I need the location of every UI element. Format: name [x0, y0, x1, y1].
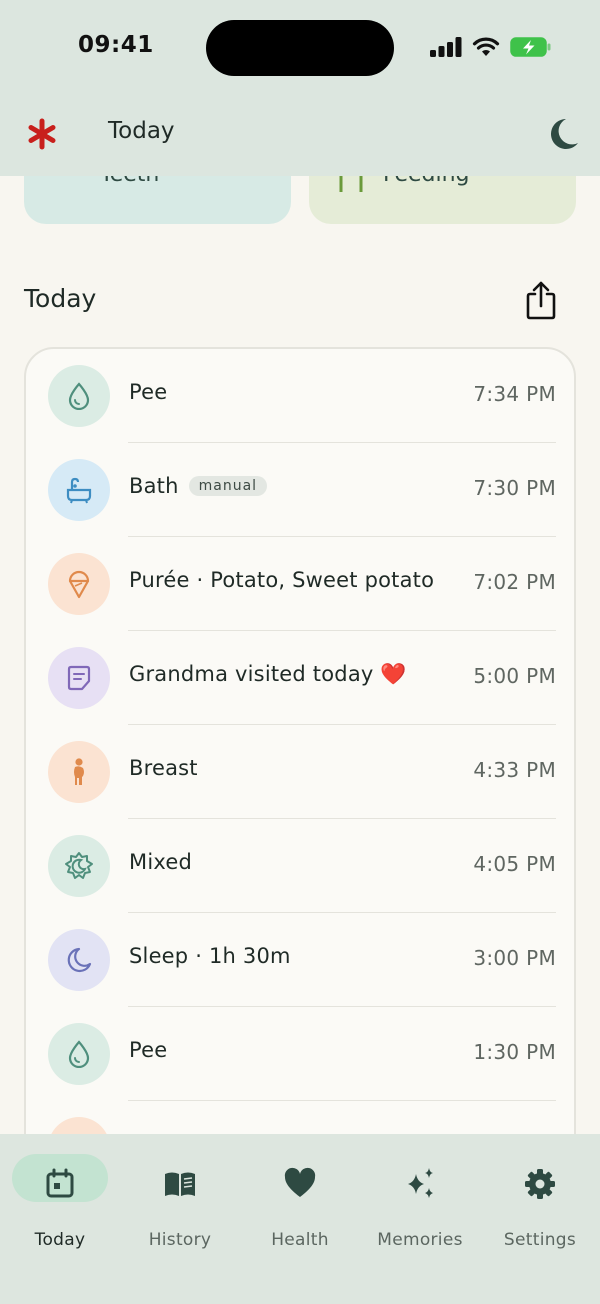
- event-icon-bg: [48, 835, 110, 897]
- calendar-icon: [46, 1168, 74, 1198]
- tab-label: Today: [34, 1230, 86, 1250]
- event-time: 3:00 PM: [473, 946, 556, 970]
- event-label-text: Breast: [129, 756, 198, 780]
- list-item[interactable]: Sleep · 1h 30m 3:00 PM: [26, 913, 574, 1007]
- droplet-icon: [68, 382, 90, 410]
- event-icon-bg: [48, 741, 110, 803]
- asterisk-icon[interactable]: [28, 118, 56, 150]
- list-item[interactable]: Mixed 4:05 PM: [26, 819, 574, 913]
- wifi-icon: [472, 37, 500, 56]
- list-item[interactable]: Purée · Potato, Sweet potato 7:02 PM: [26, 537, 574, 631]
- gear-icon: [525, 1169, 555, 1199]
- event-label-text: Bath: [129, 474, 179, 498]
- section-title: Today: [24, 284, 97, 313]
- event-time: 4:33 PM: [473, 758, 556, 782]
- event-time: 1:30 PM: [473, 1040, 556, 1064]
- page-title: Today: [108, 118, 175, 144]
- event-label-text: Purée · Potato, Sweet potato: [129, 568, 435, 592]
- event-label-text: Grandma visited today ❤️: [129, 662, 407, 686]
- event-label: Bath manual: [129, 474, 268, 498]
- event-label: Sleep · 1h 30m: [129, 944, 291, 968]
- event-label: Breast: [129, 756, 198, 780]
- share-icon[interactable]: [524, 280, 558, 320]
- event-time: 7:30 PM: [473, 476, 556, 500]
- tab-today[interactable]: Today: [0, 1154, 120, 1250]
- tab-history[interactable]: History: [120, 1154, 240, 1250]
- tab-label: Settings: [503, 1230, 577, 1250]
- tab-label: Health: [271, 1230, 329, 1250]
- event-icon-bg: [48, 553, 110, 615]
- event-label: Purée · Potato, Sweet potato: [129, 568, 434, 592]
- dynamic-island: [206, 20, 394, 76]
- list-item[interactable]: Pee 7:34 PM: [26, 349, 574, 443]
- event-icon-bg: [48, 459, 110, 521]
- tab-settings[interactable]: Settings: [480, 1154, 600, 1250]
- signal-icon: [430, 37, 462, 57]
- battery-icon: [510, 37, 551, 57]
- moon-icon: [67, 947, 92, 973]
- person-icon: [74, 758, 84, 785]
- event-label-text: Pee: [129, 1038, 168, 1062]
- events-list: Pee 7:34 PM Bath manual 7:30 PM Purée · …: [24, 347, 576, 1187]
- note-icon: [67, 665, 91, 691]
- event-label: Grandma visited today ❤️: [129, 662, 407, 687]
- list-item[interactable]: Breast 4:33 PM: [26, 725, 574, 819]
- status-icons: [430, 36, 552, 58]
- tab-bar: Today History Health Memories Settings: [0, 1134, 600, 1304]
- event-label: Mixed: [129, 850, 192, 874]
- tab-health[interactable]: Health: [240, 1154, 360, 1250]
- event-icon-bg: [48, 365, 110, 427]
- manual-badge: manual: [188, 476, 268, 496]
- event-time: 7:02 PM: [473, 570, 556, 594]
- list-item[interactable]: Grandma visited today ❤️ 5:00 PM: [26, 631, 574, 725]
- list-item[interactable]: Pee 1:30 PM: [26, 1007, 574, 1101]
- book-icon: [165, 1172, 195, 1196]
- moon-icon[interactable]: [546, 116, 580, 152]
- heart-icon: [284, 1167, 316, 1197]
- event-time: 4:05 PM: [473, 852, 556, 876]
- top-bar: 09:41 Today: [0, 0, 600, 176]
- tab-memories[interactable]: Memories: [360, 1154, 480, 1250]
- event-label-text: Mixed: [129, 850, 192, 874]
- tab-label: History: [148, 1230, 212, 1250]
- event-label: Pee: [129, 380, 167, 404]
- tab-label: Memories: [377, 1230, 463, 1250]
- sparkles-icon: [408, 1168, 433, 1198]
- list-item[interactable]: Bath manual 7:30 PM: [26, 443, 574, 537]
- event-label: Pee: [129, 1038, 167, 1062]
- sun-moon-icon: [65, 852, 93, 879]
- event-label-text: Pee: [129, 380, 168, 404]
- droplet-icon: [68, 1040, 90, 1068]
- event-icon-bg: [48, 1023, 110, 1085]
- event-time: 7:34 PM: [473, 382, 556, 406]
- ice-cream-icon: [68, 570, 90, 599]
- event-label-text: Sleep · 1h 30m: [129, 944, 291, 968]
- status-time: 09:41: [78, 32, 154, 58]
- event-icon-bg: [48, 929, 110, 991]
- event-icon-bg: [48, 647, 110, 709]
- bathtub-icon: [66, 477, 92, 504]
- event-time: 5:00 PM: [473, 664, 556, 688]
